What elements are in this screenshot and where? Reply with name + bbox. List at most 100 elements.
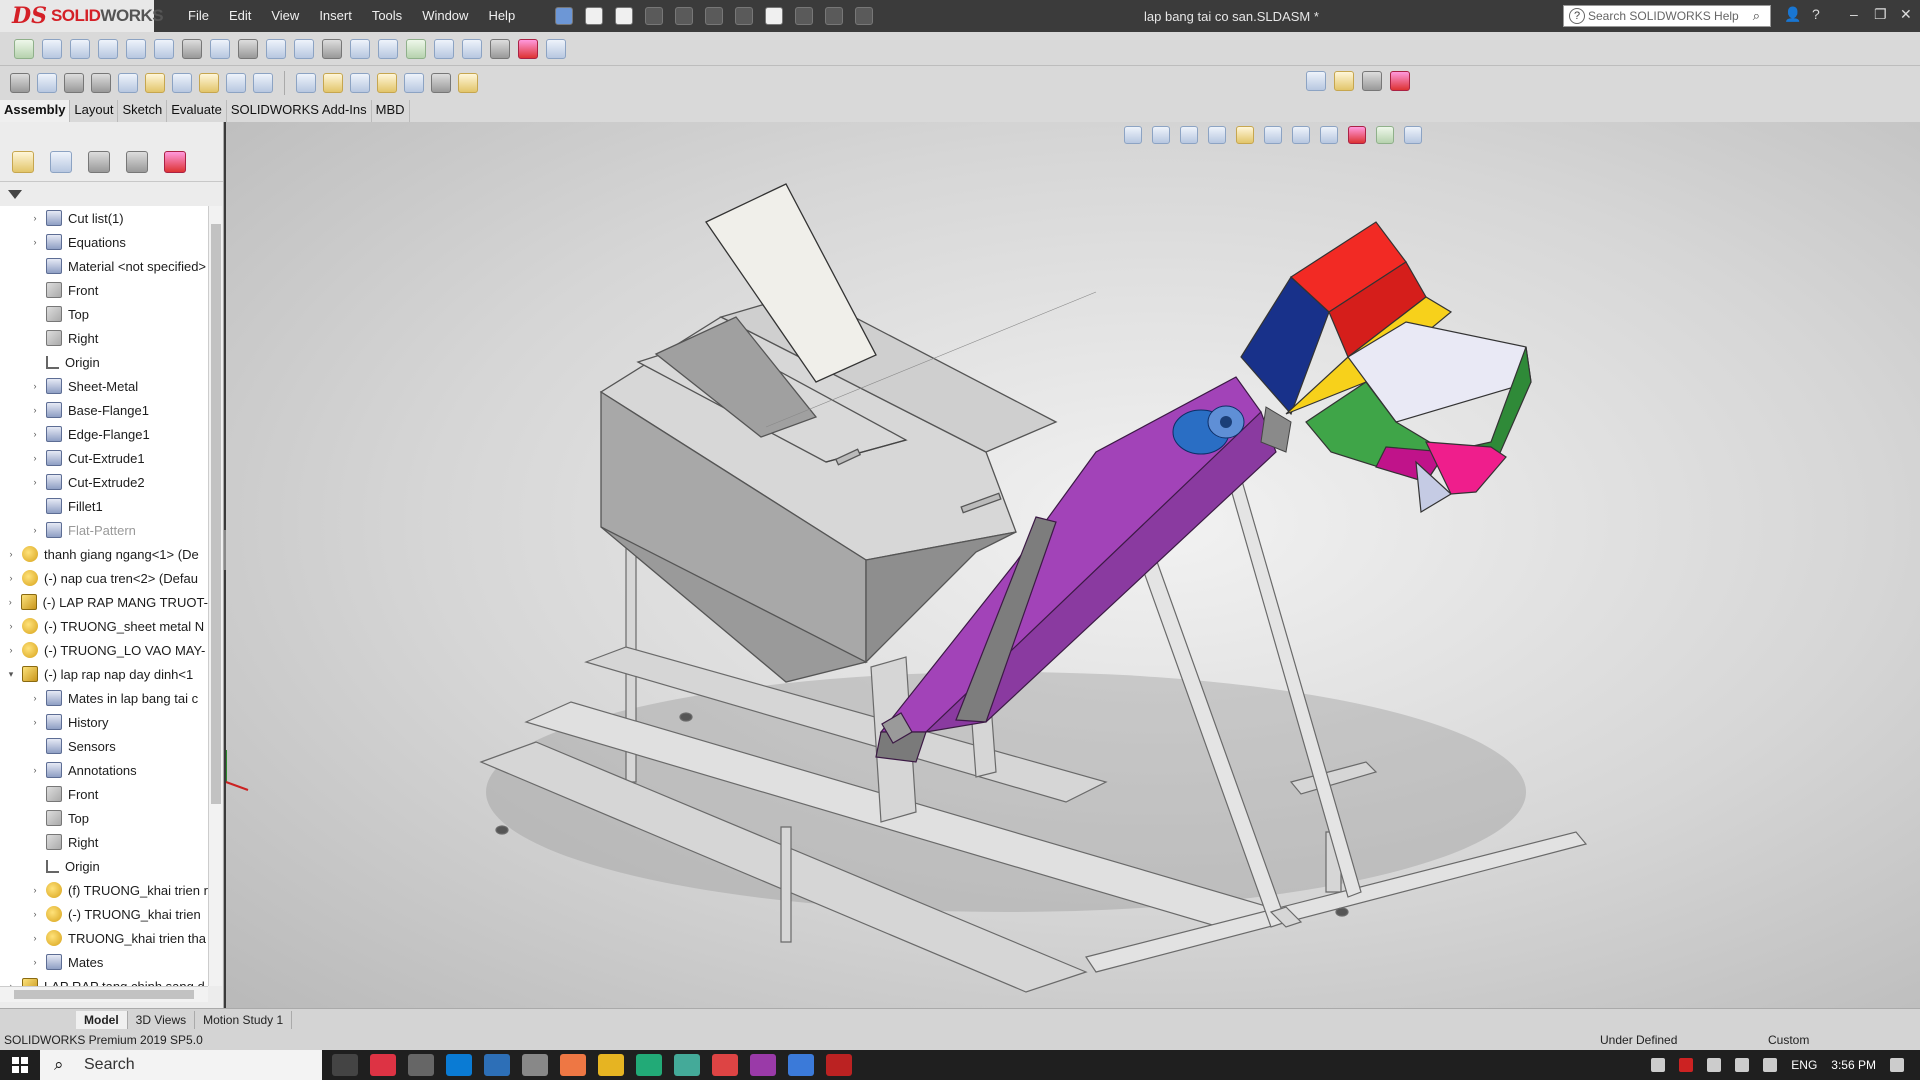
show-hidden-icon[interactable] [210,38,230,59]
solidworks-taskbar-icon[interactable] [826,1054,852,1076]
tree-item[interactable]: ▾ (-) lap rap nap day dinh<1 [0,662,208,686]
smart-fasteners-icon[interactable] [154,38,174,59]
assembly-features-icon[interactable] [238,38,258,59]
tree-item[interactable]: › (-) TRUONG_LO VAO MAY- [0,638,208,662]
edit-component-icon[interactable] [14,38,34,59]
smart-dimension-icon[interactable] [37,73,57,93]
chevron-down-icon[interactable]: ▾ [6,669,16,680]
tree-item[interactable]: Sensors [0,734,208,758]
tree-item[interactable]: Origin [0,350,208,374]
tree-item[interactable]: Front [0,278,208,302]
tree-item[interactable]: Fillet1 [0,494,208,518]
tree-item[interactable]: › (-) TRUONG_sheet metal N [0,614,208,638]
tab-sketch[interactable]: Sketch [118,100,168,122]
battery-icon[interactable] [1707,1058,1722,1072]
bill-of-materials-icon[interactable] [322,38,342,59]
chevron-right-icon[interactable]: › [30,693,40,703]
tree-item[interactable]: › (-) TRUONG_khai trien [0,902,208,926]
trim-icon[interactable] [145,73,165,93]
measure-icon[interactable] [377,73,397,93]
pin-icon[interactable] [555,7,574,25]
tab-model[interactable]: Model [76,1010,128,1029]
mail-icon[interactable] [522,1054,548,1076]
select-arrow-icon[interactable] [1362,71,1382,91]
tree-item[interactable]: › Equations [0,230,208,254]
tab-3d-views[interactable]: 3D Views [128,1010,196,1029]
select-cursor-icon[interactable] [765,7,784,25]
edge-icon[interactable] [446,1054,472,1076]
tree-item[interactable]: Right [0,326,208,350]
mirror-icon[interactable] [199,73,219,93]
chevron-right-icon[interactable]: › [30,933,40,943]
tree-item[interactable]: › Mates in lap bang tai c [0,686,208,710]
menu-insert[interactable]: Insert [309,0,362,32]
component-preview-icon[interactable] [98,38,118,59]
linear-pattern-icon[interactable] [126,38,146,59]
tree-item[interactable]: Material <not specified> [0,254,208,278]
tree-item[interactable]: › Edge-Flange1 [0,422,208,446]
chevron-right-icon[interactable]: › [6,645,16,655]
new-document-icon[interactable] [615,7,634,25]
help-search-input[interactable]: ? Search SOLIDWORKS Help ⌕ [1563,5,1771,27]
tree-item[interactable]: › Flat-Pattern [0,518,208,542]
tab-layout[interactable]: Layout [70,100,119,122]
camera-app-icon[interactable] [408,1054,434,1076]
circle-icon[interactable] [118,73,138,93]
menu-view[interactable]: View [261,0,309,32]
menu-window[interactable]: Window [412,0,478,32]
restore-icon[interactable]: ❐ [1874,6,1887,23]
notifications-icon[interactable] [1890,1058,1904,1072]
chrome-icon[interactable] [712,1054,738,1076]
app-icon[interactable] [636,1054,662,1076]
pattern-icon[interactable] [226,73,246,93]
display-pane-icon[interactable] [1306,71,1326,91]
tree-item[interactable]: › Sheet-Metal [0,374,208,398]
dimxpert-tab-icon[interactable] [126,150,148,173]
close-icon[interactable]: ✕ [1900,6,1912,23]
stop-icon[interactable] [518,38,538,59]
take-snapshot-icon[interactable] [434,38,454,59]
tree-item[interactable]: Top [0,806,208,830]
start-button[interactable] [0,1050,40,1080]
tree-item[interactable]: › LAP RAP tang chinh sang d [0,974,208,986]
tab-mbd[interactable]: MBD [372,100,410,122]
options-gear-icon[interactable] [855,7,874,25]
line-icon[interactable] [64,73,84,93]
rebuild-icon[interactable] [795,7,814,25]
chevron-right-icon[interactable]: › [30,765,40,775]
search-icon[interactable]: ⌕ [1753,8,1760,24]
tree-item[interactable]: › (-) LAP RAP MANG TRUOT- [0,590,208,614]
tab-evaluate[interactable]: Evaluate [167,100,227,122]
sketch-icon[interactable] [10,73,30,93]
select-filter-icon[interactable] [1334,71,1354,91]
save-icon[interactable] [675,7,694,25]
tree-horizontal-scrollbar[interactable] [0,986,208,1002]
antivirus-icon[interactable] [1679,1058,1694,1072]
home-icon[interactable] [585,7,604,25]
tab-addins[interactable]: SOLIDWORKS Add-Ins [227,100,372,122]
chevron-right-icon[interactable]: › [30,885,40,895]
app-icon[interactable] [370,1054,396,1076]
menu-tools[interactable]: Tools [362,0,412,32]
minimize-icon[interactable]: – [1850,6,1858,22]
file-explorer-icon[interactable] [598,1054,624,1076]
clearance-icon[interactable] [323,73,343,93]
scrollbar-thumb[interactable] [211,224,221,804]
new-motion-study-icon[interactable] [294,38,314,59]
large-assembly-mode-icon[interactable] [462,38,482,59]
menu-edit[interactable]: Edit [219,0,261,32]
chevron-right-icon[interactable]: › [30,717,40,727]
chevron-right-icon[interactable]: › [6,549,16,559]
messenger-icon[interactable] [788,1054,814,1076]
mass-properties-icon[interactable] [404,73,424,93]
mate-icon[interactable] [70,38,90,59]
user-icon[interactable]: 👤 [1784,6,1801,23]
help-icon[interactable]: ? [1812,6,1820,22]
tree-item[interactable]: › TRUONG_khai trien tha [0,926,208,950]
tree-item[interactable]: Front [0,782,208,806]
hole-alignment-icon[interactable] [350,73,370,93]
tree-item[interactable]: › Base-Flange1 [0,398,208,422]
section-view-icon[interactable] [458,73,478,93]
tree-item[interactable]: › Cut-Extrude2 [0,470,208,494]
print-icon[interactable] [705,7,724,25]
